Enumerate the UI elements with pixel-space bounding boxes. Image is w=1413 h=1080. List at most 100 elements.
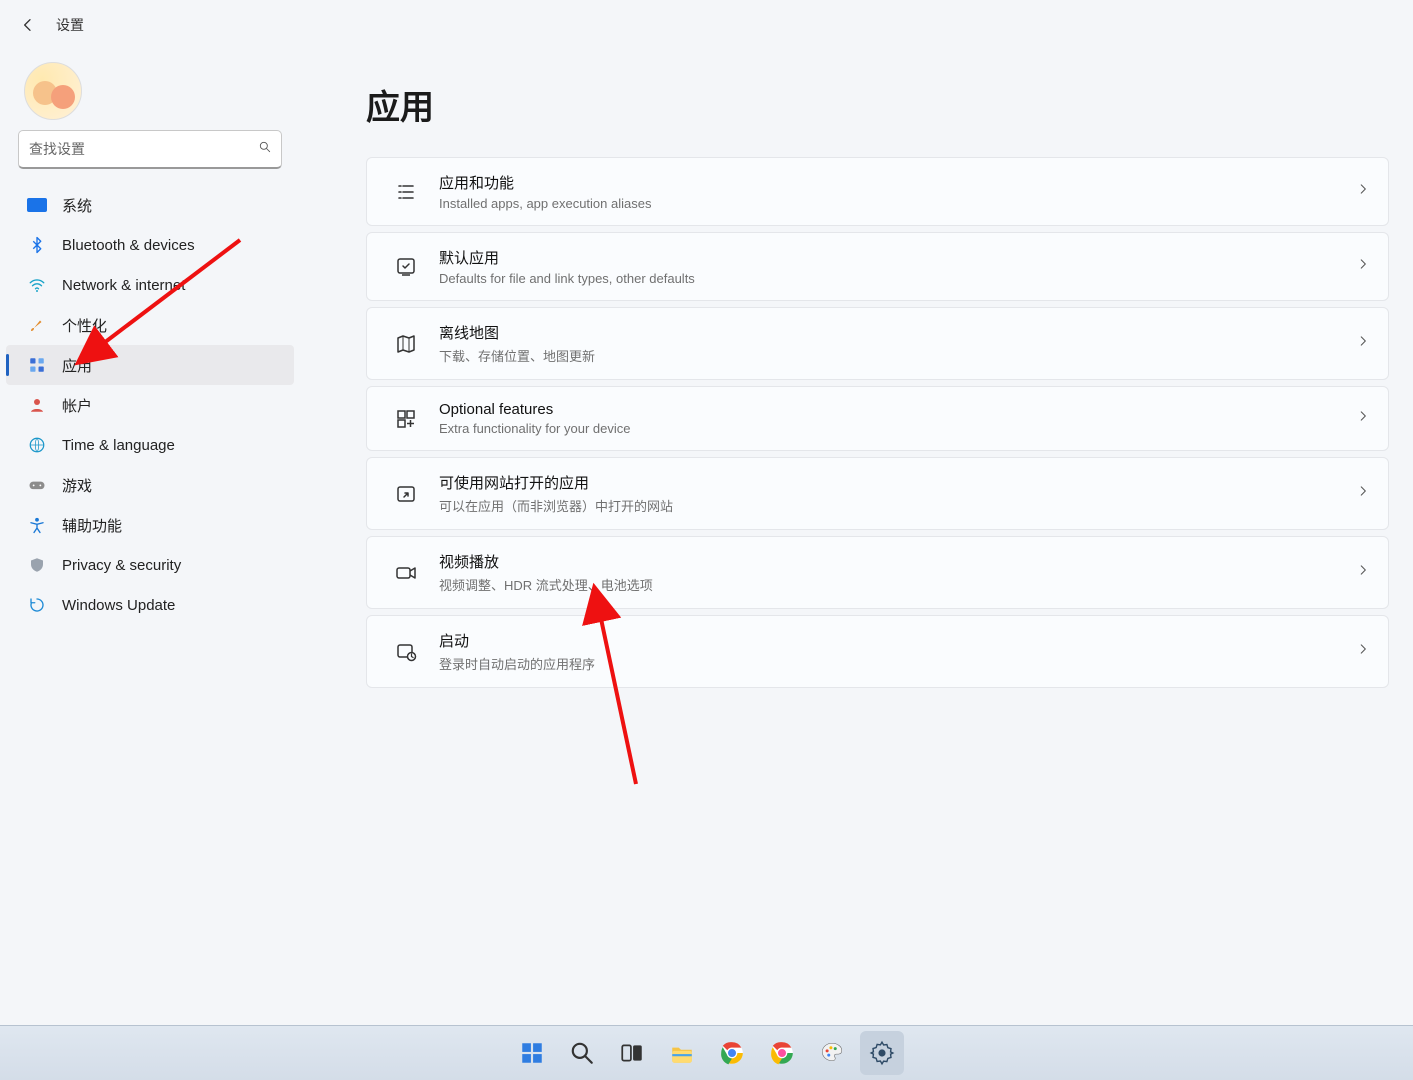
sidebar-item-label: 系统 [62, 195, 92, 216]
search-icon [569, 1040, 595, 1066]
search-icon [249, 140, 281, 159]
apps-icon [26, 354, 48, 376]
sidebar-item-label: Network & internet [62, 277, 185, 294]
folder-icon [669, 1040, 695, 1066]
back-button[interactable] [12, 9, 44, 41]
task-view-icon [619, 1040, 645, 1066]
sidebar-item-personalization[interactable]: 个性化 [6, 305, 294, 345]
startup-icon [391, 637, 421, 667]
card-subtitle: 下载、存储位置、地图更新 [439, 346, 1356, 365]
arrow-left-icon [20, 17, 36, 33]
card-title: 视频播放 [439, 551, 1356, 572]
list-settings-icon [391, 177, 421, 207]
chevron-right-icon [1356, 257, 1370, 276]
profile-block[interactable] [0, 56, 300, 126]
chrome-canary-icon [769, 1040, 795, 1066]
taskbar-search[interactable] [560, 1031, 604, 1075]
chevron-right-icon [1356, 409, 1370, 428]
card-subtitle: Defaults for file and link types, other … [439, 271, 1356, 286]
card-title: 可使用网站打开的应用 [439, 472, 1356, 493]
app-title: 设置 [56, 15, 84, 35]
sidebar: 系统 Bluetooth & devices Network & interne… [0, 50, 300, 1020]
taskbar [0, 1025, 1413, 1080]
sidebar-item-label: 帐户 [62, 395, 92, 416]
card-startup[interactable]: 启动 登录时自动启动的应用程序 [366, 615, 1389, 688]
sidebar-item-accessibility[interactable]: 辅助功能 [6, 505, 294, 545]
sidebar-item-windows-update[interactable]: Windows Update [6, 585, 294, 625]
bluetooth-icon [26, 234, 48, 256]
settings-cards: 应用和功能 Installed apps, app execution alia… [366, 157, 1389, 688]
taskbar-chrome-canary[interactable] [760, 1031, 804, 1075]
sidebar-item-privacy[interactable]: Privacy & security [6, 545, 294, 585]
video-icon [391, 558, 421, 588]
card-title: 离线地图 [439, 322, 1356, 343]
default-app-icon [391, 252, 421, 282]
card-offline-maps[interactable]: 离线地图 下载、存储位置、地图更新 [366, 307, 1389, 380]
sidebar-item-label: Bluetooth & devices [62, 237, 195, 254]
sidebar-item-label: Privacy & security [62, 557, 181, 574]
sidebar-item-label: Windows Update [62, 597, 175, 614]
sidebar-item-network[interactable]: Network & internet [6, 265, 294, 305]
features-grid-icon [391, 404, 421, 434]
avatar [24, 62, 82, 120]
sidebar-item-system[interactable]: 系统 [6, 185, 294, 225]
person-icon [26, 394, 48, 416]
sidebar-item-bluetooth[interactable]: Bluetooth & devices [6, 225, 294, 265]
card-subtitle: 视频调整、HDR 流式处理、电池选项 [439, 575, 1356, 594]
shield-icon [26, 554, 48, 576]
sidebar-item-label: 应用 [62, 355, 92, 376]
sidebar-item-time-language[interactable]: Time & language [6, 425, 294, 465]
chrome-icon [719, 1040, 745, 1066]
taskbar-task-view[interactable] [610, 1031, 654, 1075]
chevron-right-icon [1356, 182, 1370, 201]
page-title: 应用 [366, 80, 1393, 129]
card-title: Optional features [439, 401, 1356, 418]
map-icon [391, 329, 421, 359]
wifi-icon [26, 274, 48, 296]
windows-icon [519, 1040, 545, 1066]
settings-window: 设置 系统 Bluetooth & devic [0, 0, 1413, 1080]
card-subtitle: 登录时自动启动的应用程序 [439, 654, 1356, 673]
paint-icon [819, 1040, 845, 1066]
search-input[interactable] [19, 141, 249, 157]
title-bar: 设置 [0, 0, 1413, 50]
taskbar-chrome[interactable] [710, 1031, 754, 1075]
card-video-playback[interactable]: 视频播放 视频调整、HDR 流式处理、电池选项 [366, 536, 1389, 609]
card-subtitle: Installed apps, app execution aliases [439, 196, 1356, 211]
chevron-right-icon [1356, 484, 1370, 503]
chevron-right-icon [1356, 334, 1370, 353]
sidebar-item-label: 个性化 [62, 315, 107, 336]
accessibility-icon [26, 514, 48, 536]
nav-list: 系统 Bluetooth & devices Network & interne… [0, 185, 300, 625]
card-title: 应用和功能 [439, 172, 1356, 193]
sidebar-item-label: Time & language [62, 437, 175, 454]
gamepad-icon [26, 474, 48, 496]
taskbar-paint[interactable] [810, 1031, 854, 1075]
sidebar-item-accounts[interactable]: 帐户 [6, 385, 294, 425]
card-subtitle: 可以在应用（而非浏览器）中打开的网站 [439, 496, 1356, 515]
globe-clock-icon [26, 434, 48, 456]
chevron-right-icon [1356, 642, 1370, 661]
display-icon [26, 194, 48, 216]
chevron-right-icon [1356, 563, 1370, 582]
open-with-icon [391, 479, 421, 509]
taskbar-settings[interactable] [860, 1031, 904, 1075]
card-title: 默认应用 [439, 247, 1356, 268]
card-optional-features[interactable]: Optional features Extra functionality fo… [366, 386, 1389, 451]
card-subtitle: Extra functionality for your device [439, 421, 1356, 436]
card-apps-for-websites[interactable]: 可使用网站打开的应用 可以在应用（而非浏览器）中打开的网站 [366, 457, 1389, 530]
sidebar-item-gaming[interactable]: 游戏 [6, 465, 294, 505]
main-content: 应用 应用和功能 Installed apps, app execution a… [320, 60, 1393, 1020]
update-icon [26, 594, 48, 616]
sidebar-item-apps[interactable]: 应用 [6, 345, 294, 385]
card-title: 启动 [439, 630, 1356, 651]
taskbar-start[interactable] [510, 1031, 554, 1075]
gear-icon [869, 1040, 895, 1066]
taskbar-file-explorer[interactable] [660, 1031, 704, 1075]
sidebar-item-label: 辅助功能 [62, 515, 122, 536]
card-apps-and-features[interactable]: 应用和功能 Installed apps, app execution alia… [366, 157, 1389, 226]
sidebar-item-label: 游戏 [62, 475, 92, 496]
card-default-apps[interactable]: 默认应用 Defaults for file and link types, o… [366, 232, 1389, 301]
search-box[interactable] [18, 130, 282, 169]
brush-icon [26, 314, 48, 336]
